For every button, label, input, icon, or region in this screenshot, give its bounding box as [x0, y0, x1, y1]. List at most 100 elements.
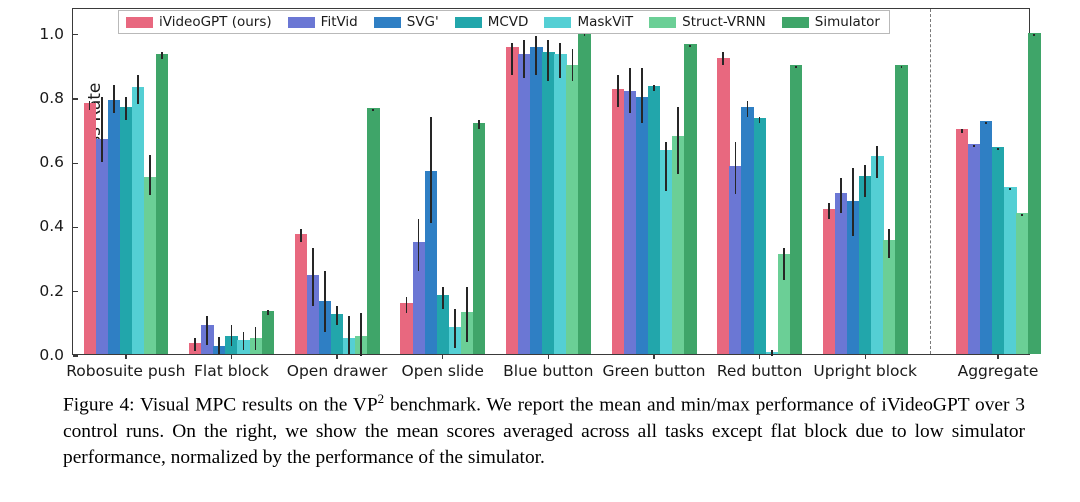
error-bar — [535, 36, 538, 75]
legend-color-swatch — [544, 16, 572, 28]
legend-label: FitVid — [320, 14, 358, 30]
legend-label: Struct-VRNN — [682, 14, 766, 30]
bar — [741, 106, 754, 354]
bar — [647, 85, 661, 354]
error-bar — [372, 109, 375, 112]
x-tick-mark — [997, 354, 999, 359]
x-tick-mark — [230, 354, 233, 359]
caption-superscript: 2 — [377, 391, 385, 406]
error-bar — [88, 100, 91, 111]
error-bar — [758, 116, 761, 124]
error-bar — [888, 229, 891, 258]
x-tick-label: Robosuite push — [66, 362, 186, 380]
error-bar — [794, 65, 797, 68]
bar — [1016, 212, 1029, 354]
error-bar — [876, 145, 879, 178]
y-tick-label: 0.0 — [39, 346, 64, 364]
bar — [822, 209, 836, 354]
y-tick-mark — [73, 34, 78, 36]
chart-legend: iVideoGPT (ours) FitVid SVG' MCVD MaskViT Str… — [118, 10, 890, 34]
legend-entry: iVideoGPT (ours) — [126, 14, 272, 30]
error-bar — [1009, 187, 1011, 190]
error-bar — [348, 315, 351, 355]
bar — [566, 64, 579, 354]
legend-entry: SVG' — [373, 14, 439, 30]
bar — [729, 166, 742, 354]
caption-line1: Visual MPC results on the VP — [140, 394, 378, 416]
bar — [753, 117, 766, 354]
error-bar — [1033, 34, 1036, 36]
bar — [955, 129, 969, 354]
y-tick-mark — [73, 98, 78, 100]
y-tick-mark — [73, 291, 78, 293]
error-bar — [511, 42, 513, 75]
error-bar — [254, 327, 257, 350]
x-tick-label: Red button — [716, 362, 803, 380]
bar — [1004, 186, 1017, 354]
bar — [635, 96, 649, 354]
bar — [261, 310, 275, 354]
error-bar — [149, 155, 151, 196]
error-bar — [360, 312, 363, 356]
bar — [1028, 32, 1041, 354]
error-bar — [972, 144, 975, 147]
x-tick-mark — [653, 354, 655, 359]
y-tick-label: 0.6 — [39, 153, 64, 172]
error-bar — [653, 84, 655, 91]
legend-color-swatch — [781, 16, 809, 28]
error-bar — [722, 52, 725, 66]
x-tick-label: Open slide — [401, 362, 484, 380]
legend-label: MCVD — [487, 14, 529, 30]
bar — [143, 177, 157, 354]
error-bar — [124, 97, 127, 120]
error-bar — [782, 248, 785, 281]
y-tick-label: 1.0 — [39, 24, 64, 43]
legend-color-swatch — [373, 16, 401, 28]
error-bar — [628, 68, 631, 114]
error-bar — [100, 97, 103, 162]
figure-caption: Figure 4: Visual MPC results on the VP2 … — [63, 390, 1025, 472]
x-tick-mark — [336, 354, 338, 359]
y-tick-mark — [73, 226, 78, 229]
error-bar — [559, 42, 562, 79]
bar — [895, 64, 908, 354]
caption-prefix: Figure 4: — [63, 394, 135, 416]
x-tick-mark — [125, 354, 127, 359]
error-bar — [266, 310, 269, 315]
error-bar — [900, 65, 903, 68]
error-bar — [864, 164, 867, 197]
error-bar — [571, 49, 574, 82]
legend-label: iVideoGPT (ours) — [159, 14, 272, 30]
x-tick-label: Upright block — [813, 362, 918, 380]
error-bar — [616, 74, 619, 107]
legend-label: MaskViT — [577, 14, 634, 30]
error-bar — [453, 309, 456, 348]
error-bar — [746, 100, 749, 117]
x-tick-mark — [442, 354, 444, 359]
bar — [859, 175, 872, 354]
figure-container: Success Rate 0.00.20.40.60.81.0 Robosuit… — [0, 0, 1080, 380]
bar — [611, 88, 625, 354]
legend-entry: FitVid — [287, 14, 358, 30]
error-bar — [770, 349, 773, 356]
bar — [684, 43, 697, 354]
error-bar — [985, 122, 987, 125]
error-bar — [136, 74, 139, 104]
bar — [83, 103, 97, 354]
error-bar — [324, 270, 326, 332]
bar — [518, 53, 531, 354]
bar — [95, 138, 109, 354]
bar — [991, 146, 1005, 354]
error-bar — [1021, 213, 1024, 216]
error-bar — [997, 147, 999, 150]
y-tick-mark — [73, 355, 78, 357]
error-bar — [852, 168, 854, 236]
error-bar — [218, 336, 221, 355]
legend-entry: Struct-VRNN — [649, 14, 766, 30]
legend-label: SVG' — [406, 14, 439, 30]
error-bar — [417, 219, 420, 271]
x-tick-mark — [547, 354, 550, 359]
bar — [789, 64, 803, 354]
error-bar — [242, 331, 245, 350]
error-bar — [689, 44, 692, 47]
